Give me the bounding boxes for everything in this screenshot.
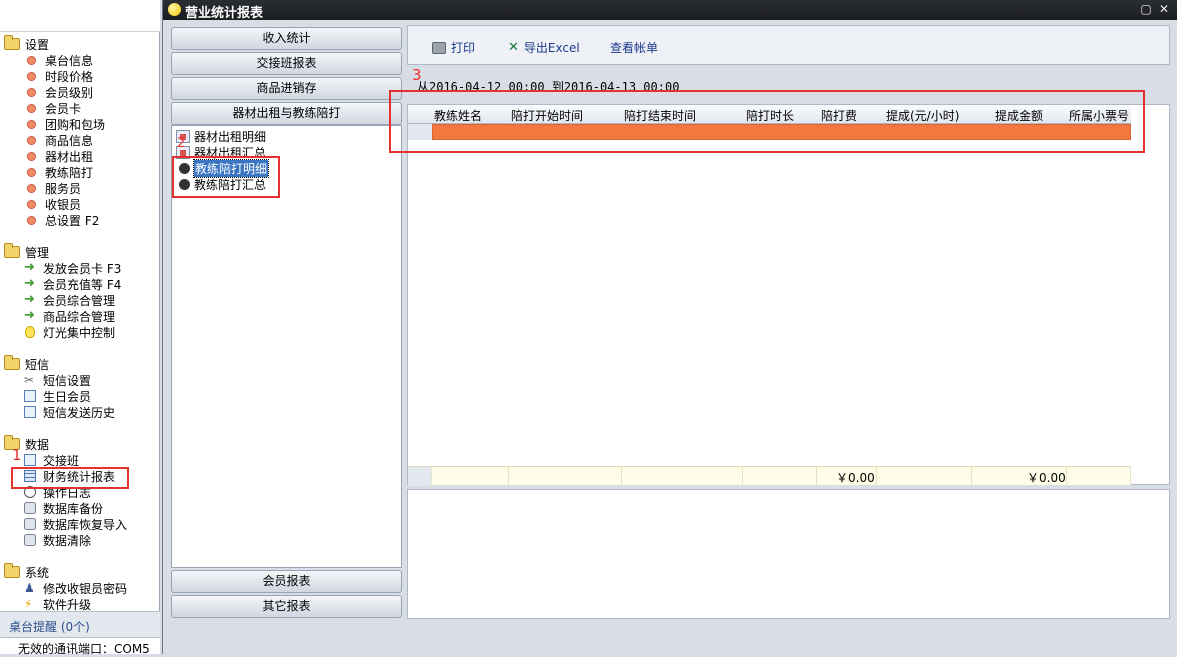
group-data[interactable]: 数据 (4, 435, 49, 452)
lightbulb-icon (25, 326, 35, 338)
maximize-icon[interactable]: ▢ (1139, 2, 1153, 16)
sidebar-item-group-buy[interactable]: 团购和包场 (24, 116, 105, 132)
database-icon (24, 502, 36, 514)
status-bar: 无效的通讯端口：COM5 (0, 637, 160, 656)
annotation-number-1: 1 (12, 446, 22, 464)
sidebar-item-coach[interactable]: 教练陪打 (24, 164, 93, 180)
totals-indicator (408, 467, 432, 486)
sidebar-item-light-control[interactable]: 灯光集中控制 (24, 324, 115, 340)
sidebar-item-birthday[interactable]: 生日会员 (24, 388, 91, 404)
sidebar-item-goods-info[interactable]: 商品信息 (24, 132, 93, 148)
arrow-right-icon: ➜ (24, 276, 35, 291)
totals-cell (432, 467, 509, 486)
sidebar-top-area (0, 0, 160, 32)
nav-member-report[interactable]: 会员报表 (171, 570, 402, 593)
bullet-icon (27, 55, 36, 65)
shift-handover-icon (24, 454, 36, 466)
sidebar-item-member-manage[interactable]: ➜ 会员综合管理 (24, 292, 115, 308)
bullet-icon (27, 215, 36, 225)
sidebar-item-issue-card[interactable]: ➜ 发放会员卡 F3 (24, 260, 121, 276)
sidebar-item-member-level[interactable]: 会员级别 (24, 84, 93, 100)
bullet-icon (27, 71, 36, 81)
window-titlebar[interactable]: 营业统计报表 ▢ ✕ (163, 0, 1177, 21)
sidebar-item-cashier[interactable]: 收银员 (24, 196, 81, 212)
document-icon (24, 390, 36, 402)
arrow-right-icon: ➜ (24, 260, 35, 275)
sidebar-item-general-settings[interactable]: 总设置 F2 (24, 212, 99, 228)
grid-totals-row: ￥0.00 ￥0.00 (408, 466, 1131, 486)
sidebar-item-recharge[interactable]: ➜ 会员充值等 F4 (24, 276, 121, 292)
sidebar-item-shift[interactable]: 交接班 (24, 452, 79, 468)
sidebar-item-table-info[interactable]: 桌台信息 (24, 52, 93, 68)
bullet-icon (27, 119, 36, 129)
view-bill-button[interactable]: 查看帐单 (610, 39, 658, 56)
database-icon (24, 518, 36, 530)
report-toolbar: 打印 ✕ 导出Excel 查看帐单 (407, 25, 1170, 65)
printer-icon (432, 41, 446, 54)
bullet-icon (27, 167, 36, 177)
folder-icon (4, 35, 20, 50)
document-icon (24, 406, 36, 418)
table-reminder-panel[interactable]: 桌台提醒 (0个) (0, 611, 160, 637)
annotation-number-3: 3 (412, 66, 422, 84)
sidebar-item-change-password[interactable]: ♟ 修改收银员密码 (24, 580, 127, 596)
detail-panel (407, 489, 1170, 619)
sidebar-item-goods-manage[interactable]: ➜ 商品综合管理 (24, 308, 115, 324)
lightning-icon: ⚡ (24, 597, 33, 611)
sidebar-item-member-card[interactable]: 会员卡 (24, 100, 81, 116)
user-key-icon: ♟ (24, 581, 35, 595)
sidebar-item-sms-settings[interactable]: ✂ 短信设置 (24, 372, 91, 388)
nav-shift-report[interactable]: 交接班报表 (171, 52, 402, 75)
folder-icon (4, 563, 20, 578)
left-nav-sidebar: 设置 桌台信息 时段价格 会员级别 会员卡 团购和包场 商品信息 器材出租 教练… (0, 0, 160, 656)
nav-equipment-coach[interactable]: 器材出租与教练陪打 (171, 102, 402, 125)
recycle-icon (24, 534, 36, 546)
tree-item-rental-detail[interactable]: 器材出租明细 (176, 128, 266, 144)
bullet-icon (27, 135, 36, 145)
folder-icon (4, 243, 20, 258)
folder-icon (4, 355, 20, 370)
sidebar-item-sms-history[interactable]: 短信发送历史 (24, 404, 115, 420)
bullet-icon (27, 199, 36, 209)
group-system[interactable]: 系统 (4, 563, 49, 580)
sidebar-item-waiter[interactable]: 服务员 (24, 180, 81, 196)
total-commission: ￥0.00 (1027, 471, 1066, 485)
nav-income-stats[interactable]: 收入统计 (171, 27, 402, 50)
report-grid: 教练姓名 陪打开始时间 陪打结束时间 陪打时长 陪打费 提成(元/小时) 提成金… (407, 104, 1170, 486)
annotation-box-1 (11, 467, 129, 489)
annotation-box-2 (172, 156, 280, 198)
sidebar-item-data-clear[interactable]: 数据清除 (24, 532, 91, 548)
group-settings[interactable]: 设置 (4, 35, 49, 52)
annotation-box-3 (389, 90, 1145, 153)
app-icon (168, 3, 181, 16)
totals-cell (622, 467, 743, 486)
totals-cell (509, 467, 622, 486)
total-fee: ￥0.00 (836, 471, 875, 485)
print-button[interactable]: 打印 (432, 39, 475, 56)
arrow-right-icon: ➜ (24, 308, 35, 323)
window-title: 营业统计报表 (185, 6, 264, 21)
arrow-right-icon: ➜ (24, 292, 35, 307)
nav-goods-inventory[interactable]: 商品进销存 (171, 77, 402, 100)
totals-cell (743, 467, 817, 486)
bullet-icon (27, 87, 36, 97)
annotation-number-2: 2 (177, 136, 186, 151)
group-sms[interactable]: 短信 (4, 355, 49, 372)
sidebar-item-time-price[interactable]: 时段价格 (24, 68, 93, 84)
sidebar-item-upgrade[interactable]: ⚡ 软件升级 (24, 596, 91, 612)
totals-cell (877, 467, 972, 486)
nav-other-report[interactable]: 其它报表 (171, 595, 402, 618)
excel-icon: ✕ (508, 39, 519, 55)
tools-icon: ✂ (24, 373, 35, 387)
close-icon[interactable]: ✕ (1157, 2, 1171, 16)
totals-cell (1067, 467, 1131, 486)
sidebar-item-equipment-rental[interactable]: 器材出租 (24, 148, 93, 164)
group-manage[interactable]: 管理 (4, 243, 49, 260)
export-excel-button[interactable]: ✕ 导出Excel (508, 39, 580, 56)
sidebar-item-db-backup[interactable]: 数据库备份 (24, 500, 103, 516)
bullet-icon (27, 151, 36, 161)
sidebar-item-db-restore[interactable]: 数据库恢复导入 (24, 516, 127, 532)
bullet-icon (27, 183, 36, 193)
bullet-icon (27, 103, 36, 113)
